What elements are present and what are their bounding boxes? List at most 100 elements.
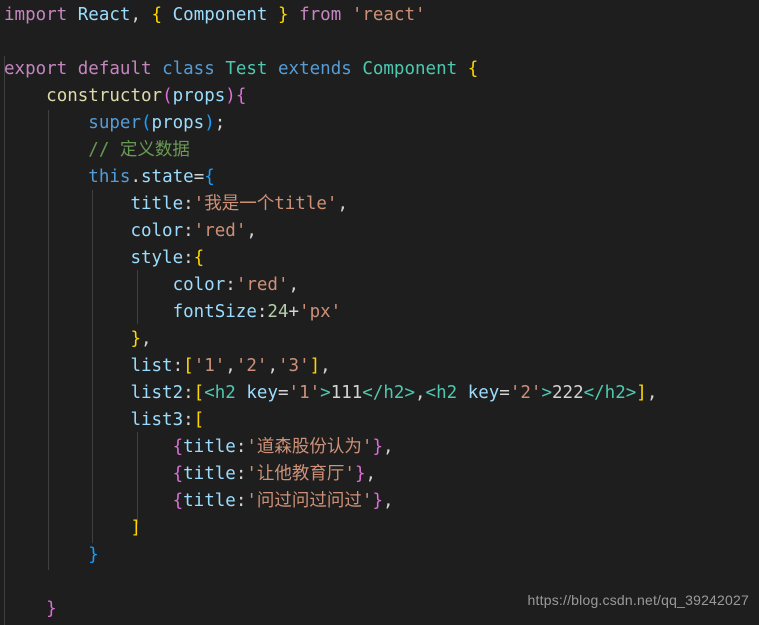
token-colon: : [235, 491, 247, 511]
code-line-8: title:'我是一个title', [0, 191, 759, 218]
token-colon: : [225, 275, 236, 295]
token-obj-open-1: { [172, 437, 184, 457]
token-colon: : [235, 464, 247, 484]
token-jsx-close-tag-2: </h2> [583, 383, 637, 403]
code-line-11: color:'red', [0, 272, 759, 299]
token-comma: , [337, 194, 348, 214]
token-colon: : [256, 302, 268, 322]
token-obj-open-3: { [172, 491, 184, 511]
token-array3-open: [ [193, 410, 205, 430]
sp [215, 59, 226, 79]
token-jsx-open-tag-1: <h2 [204, 383, 236, 403]
sp [236, 383, 247, 403]
token-string-title: '我是一个title' [193, 194, 338, 214]
code-line-5: super(props); [0, 110, 759, 137]
token-obj-close-2: } [354, 464, 366, 484]
token-equals: = [277, 383, 289, 403]
token-array-open: [ [183, 356, 194, 376]
code-line-7: this.state={ [0, 164, 759, 191]
token-state-obj-close: } [88, 545, 99, 565]
token-state-prop: state [141, 167, 194, 187]
code-editor[interactable]: import React, { Component } from 'react'… [0, 0, 759, 625]
token-style-obj-close: } [130, 329, 141, 349]
token-jsx-gt-1: > [320, 383, 331, 403]
token-comma: , [382, 491, 394, 511]
sp [457, 59, 468, 79]
token-class-body-open: { [467, 59, 479, 79]
token-colon: : [183, 221, 194, 241]
token-jsx-attr-key-2: key [467, 383, 500, 403]
token-comma: , [130, 5, 141, 25]
code-line-17: {title:'道森股份认为'}, [0, 434, 759, 461]
code-line-12: fontSize:24+'px' [0, 299, 759, 326]
token-jsx-attr-key-1: key [246, 383, 278, 403]
token-string-cn-1: '道森股份认为' [246, 437, 373, 457]
token-comma: , [320, 356, 331, 376]
sp [267, 59, 278, 79]
token-prop-list2: list2 [130, 383, 184, 403]
token-space4 [267, 5, 278, 25]
code-line-6: // 定义数据 [0, 137, 759, 164]
token-jsx-gt-2: > [541, 383, 552, 403]
token-obj-open-2: { [172, 464, 184, 484]
token-comma: , [646, 383, 658, 403]
token-component-import: Component [172, 5, 268, 25]
code-content[interactable]: import React, { Component } from 'react'… [0, 0, 759, 623]
token-paren-open2: ( [140, 113, 152, 133]
code-line-16: list3:[ [0, 407, 759, 434]
token-string-cn-2: '让他教育厅' [246, 464, 355, 484]
token-jsx-text-111: 111 [330, 383, 363, 403]
token-colon: : [183, 194, 194, 214]
token-space6 [341, 5, 352, 25]
token-paren-open: ( [162, 86, 173, 106]
token-comma: , [365, 464, 377, 484]
token-props-arg: props [151, 113, 205, 133]
token-react-identifier: React [77, 5, 131, 25]
token-this-keyword: this [88, 167, 131, 187]
token-obj-close-3: } [372, 491, 383, 511]
token-comma: , [140, 329, 152, 349]
token-prop-list: list [130, 356, 173, 376]
code-line-3: export default class Test extends Compon… [0, 56, 759, 83]
token-equals: = [193, 167, 205, 187]
token-export-keyword: export [4, 59, 68, 79]
token-plus: + [288, 302, 300, 322]
token-string-2: '2' [235, 356, 268, 376]
token-jsx-key-value-2: '2' [509, 383, 542, 403]
token-comma: , [246, 221, 257, 241]
token-react-module-string: 'react' [351, 5, 426, 25]
token-array2-close: ] [636, 383, 647, 403]
token-prop-color: color [130, 221, 184, 241]
token-paren-close: ) [225, 86, 236, 106]
token-semicolon: ; [214, 113, 226, 133]
token-style-color: color [172, 275, 226, 295]
token-default-keyword: default [77, 59, 152, 79]
watermark-url: https://blog.csdn.net/qq_39242027 [527, 592, 749, 608]
token-prop-fontsize: fontSize [172, 302, 257, 322]
token-paren-close2: ) [204, 113, 215, 133]
token-string-px: 'px' [299, 302, 342, 322]
code-line-13: }, [0, 326, 759, 353]
token-comma: , [414, 383, 426, 403]
token-comma: , [382, 437, 394, 457]
token-brace-close: } [278, 5, 289, 25]
code-line-20: ] [0, 515, 759, 542]
token-cn-title-3: title [183, 491, 236, 511]
code-line-19: {title:'问过问过问过'}, [0, 488, 759, 515]
token-obj-close-1: } [372, 437, 383, 457]
code-line-4: constructor(props){ [0, 83, 759, 110]
token-array3-close: ] [130, 518, 141, 538]
token-style-red: 'red' [235, 275, 289, 295]
code-line-21: } [0, 542, 759, 569]
token-extends-keyword: extends [278, 59, 352, 79]
token-equals: = [499, 383, 510, 403]
token-comma: , [225, 356, 236, 376]
token-colon: : [172, 356, 184, 376]
sp [352, 59, 363, 79]
code-line-2-blank [0, 29, 759, 56]
token-brace-open: { [151, 5, 163, 25]
code-line-14: list:['1','2','3'], [0, 353, 759, 380]
code-line-15: list2:[<h2 key='1'>111</h2>,<h2 key='2'>… [0, 380, 759, 407]
token-super-keyword: super [88, 113, 141, 133]
